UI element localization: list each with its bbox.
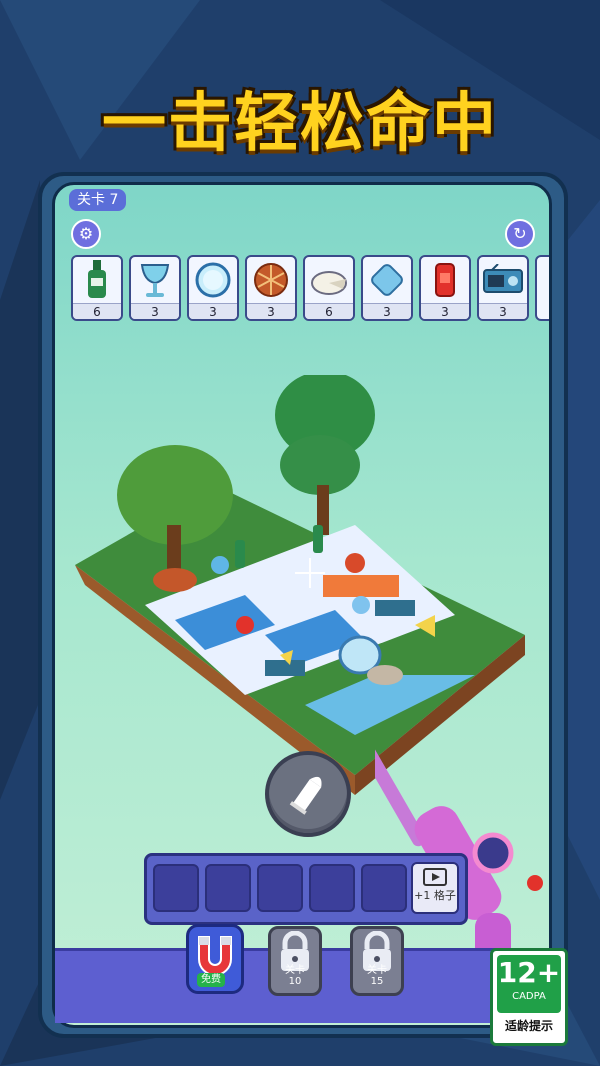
age-rating-org: CADPA xyxy=(512,991,546,1002)
lock-label-level: 15 xyxy=(370,976,384,987)
lock-label-level: 10 xyxy=(288,976,302,987)
bullet-icon xyxy=(289,776,322,815)
pie-icon xyxy=(254,263,288,297)
game-screen: 关卡 7 ⚙ ↻ 6 3 3 3 6 3 3 3 +1 格子 xyxy=(52,182,552,1028)
empty-slot xyxy=(361,864,407,912)
locked-powerup-level-10[interactable]: 关卡 10 xyxy=(268,926,322,996)
item-count: 3 xyxy=(479,303,527,319)
target-item: 3 xyxy=(361,255,413,321)
magnet-powerup-button[interactable]: 免费 xyxy=(186,924,244,994)
bottle-icon xyxy=(88,260,106,298)
age-rating-value: 12+ xyxy=(497,956,561,989)
empty-slot xyxy=(309,864,355,912)
target-item: 6 xyxy=(303,255,355,321)
headline-title: 一击轻松命中 xyxy=(102,87,498,161)
target-item: 3 xyxy=(245,255,297,321)
cushion-icon xyxy=(371,264,403,296)
picnic-diorama xyxy=(75,375,525,795)
empty-slot xyxy=(205,864,251,912)
plate-icon xyxy=(195,262,231,298)
level-indicator: 关卡 7 xyxy=(69,189,127,211)
video-ad-icon xyxy=(423,868,447,886)
cheese-wheel-icon xyxy=(311,271,347,295)
target-item: 3 xyxy=(419,255,471,321)
target-item-partial xyxy=(535,255,549,321)
item-count: 6 xyxy=(305,303,353,319)
age-rating-note: 适龄提示 xyxy=(504,1019,553,1033)
target-item: 3 xyxy=(477,255,529,321)
locked-powerup-level-15[interactable]: 关卡 15 xyxy=(350,926,404,996)
gear-icon: ⚙ xyxy=(78,224,94,243)
item-count: 3 xyxy=(131,303,179,319)
refresh-icon: ↻ xyxy=(513,224,527,243)
target-items-tray: 6 3 3 3 6 3 3 3 xyxy=(71,255,549,323)
goblet-icon xyxy=(140,264,170,297)
target-item: 3 xyxy=(187,255,239,321)
soda-can-icon xyxy=(435,263,455,297)
radio-icon xyxy=(483,264,523,293)
settings-button[interactable]: ⚙ xyxy=(71,219,101,249)
item-count: 3 xyxy=(421,303,469,319)
item-count: 3 xyxy=(363,303,411,319)
target-item: 6 xyxy=(71,255,123,321)
target-item: 3 xyxy=(129,255,181,321)
collection-slots: +1 格子 xyxy=(144,853,468,925)
item-count: 3 xyxy=(189,303,237,319)
lock-label-text: 关卡 xyxy=(367,965,387,976)
add-slot-button[interactable]: +1 格子 xyxy=(411,862,459,914)
item-count: 3 xyxy=(247,303,295,319)
free-badge: 免费 xyxy=(197,973,225,987)
restart-button[interactable]: ↻ xyxy=(505,219,535,249)
fire-button[interactable] xyxy=(265,751,351,837)
lock-label-text: 关卡 xyxy=(285,965,305,976)
item-count: 6 xyxy=(73,303,121,319)
empty-slot xyxy=(153,864,199,912)
empty-slot xyxy=(257,864,303,912)
age-rating-badge: 12+ CADPA 适龄提示 xyxy=(490,948,568,1046)
add-slot-label: +1 格子 xyxy=(414,889,456,902)
